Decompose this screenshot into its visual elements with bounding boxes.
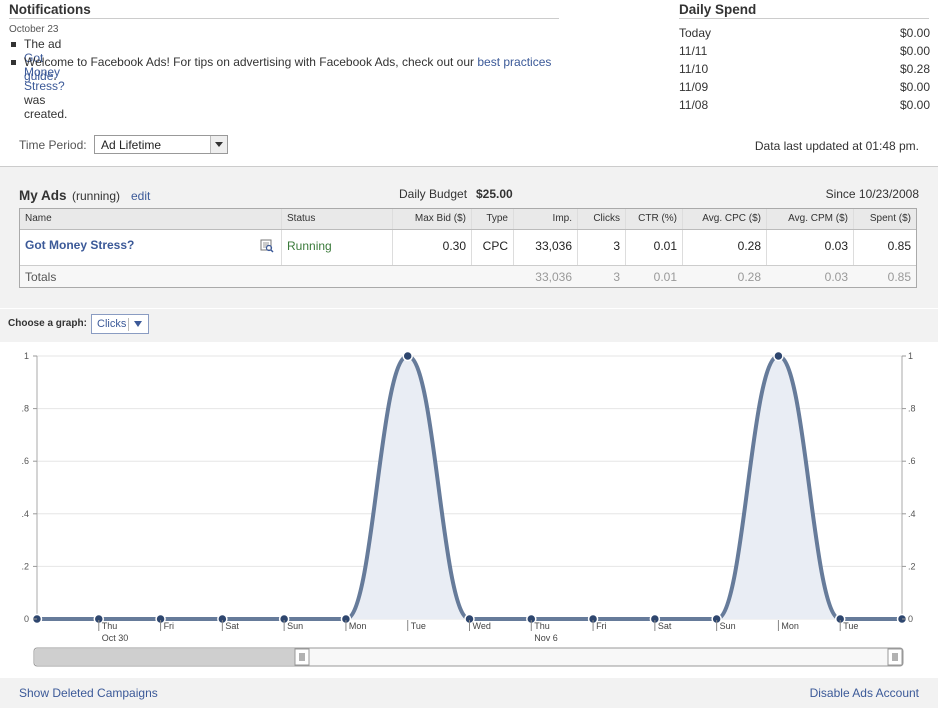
x-tick-label: Fri bbox=[596, 621, 607, 631]
daily-spend-row: 11/11 $0.00 bbox=[679, 44, 930, 58]
clicks-chart: 0 0 .2 .2 .4 .4 .6 .6 .8 .8 1 1 Thu Oct 30 Fri Sat Sun Mo… bbox=[21, 350, 916, 667]
totals-avg-cpc: 0.28 bbox=[737, 270, 761, 284]
x-tick-date-label: Nov 6 bbox=[534, 633, 558, 643]
y-tick-label-right: .8 bbox=[908, 404, 916, 414]
time-period-select[interactable]: Ad Lifetime bbox=[94, 135, 228, 154]
bullet-icon bbox=[11, 60, 16, 65]
since-date: Since 10/23/2008 bbox=[825, 187, 919, 201]
daily-spend-row: 11/10 $0.28 bbox=[679, 62, 930, 76]
totals-row: Totals 33,036 3 0.01 0.28 0.03 0.85 bbox=[20, 266, 916, 287]
x-tick-label: Tue bbox=[843, 621, 858, 631]
daily-spend-row: 11/08 $0.00 bbox=[679, 98, 930, 112]
totals-spent: 0.85 bbox=[887, 270, 911, 284]
time-period-label: Time Period: bbox=[19, 138, 87, 152]
best-practices-link[interactable]: best practices bbox=[477, 55, 551, 69]
column-header-clicks[interactable]: Clicks bbox=[577, 209, 625, 229]
x-tick-label: Fri bbox=[164, 621, 175, 631]
ad-name-cell: Got Money Stress? bbox=[20, 230, 281, 265]
avg-cpc-cell: 0.28 bbox=[682, 230, 766, 265]
column-header-name[interactable]: Name bbox=[20, 209, 281, 229]
last-updated-text: Data last updated at 01:48 pm. bbox=[754, 139, 919, 153]
totals-clicks: 3 bbox=[613, 270, 620, 284]
y-tick-label-left: .8 bbox=[21, 404, 29, 414]
time-period-value: Ad Lifetime bbox=[101, 138, 162, 152]
daily-budget-label: Daily Budget bbox=[399, 187, 468, 201]
x-tick-label: Mon bbox=[781, 621, 799, 631]
guide-link[interactable]: guide bbox=[24, 69, 53, 83]
x-tick-label: Sun bbox=[720, 621, 736, 631]
y-tick-label-left: 0 bbox=[24, 614, 29, 624]
totals-label-cell: Totals bbox=[25, 270, 57, 284]
daily-spend-divider bbox=[679, 18, 929, 19]
daily-spend-row: 11/09 $0.00 bbox=[679, 80, 930, 94]
chevron-down-icon[interactable] bbox=[210, 136, 227, 153]
column-header-impressions[interactable]: Imp. bbox=[513, 209, 577, 229]
column-header-type[interactable]: Type bbox=[471, 209, 513, 229]
y-tick-label-right: .4 bbox=[908, 509, 916, 519]
y-tick-label-left: 1 bbox=[24, 351, 29, 361]
status-running: Running bbox=[287, 239, 332, 253]
daily-spend-title: Daily Spend bbox=[679, 2, 757, 17]
my-ads-title: My Ads bbox=[19, 188, 67, 203]
graph-select-value: Clicks bbox=[97, 318, 127, 330]
chevron-down-icon[interactable] bbox=[128, 318, 148, 331]
totals-avg-cpm: 0.03 bbox=[824, 270, 848, 284]
y-tick-label-right: 0 bbox=[908, 614, 913, 624]
ad-name-link[interactable]: Got Money Stress? bbox=[25, 238, 134, 252]
notifications-divider bbox=[9, 18, 559, 19]
totals-impressions: 33,036 bbox=[535, 270, 572, 284]
x-tick-label: Sun bbox=[287, 621, 303, 631]
column-header-status[interactable]: Status bbox=[281, 209, 392, 229]
preview-icon[interactable] bbox=[260, 239, 274, 253]
column-header-avg-cpc[interactable]: Avg. CPC ($) bbox=[682, 209, 766, 229]
x-tick-label: Tue bbox=[411, 621, 426, 631]
y-tick-label-right: 1 bbox=[908, 351, 913, 361]
edit-link[interactable]: edit bbox=[131, 189, 150, 203]
x-tick-label: Thu bbox=[534, 621, 550, 631]
type-cell: CPC bbox=[471, 230, 513, 265]
status-cell: Running bbox=[281, 230, 392, 265]
daily-spend-row: Today $0.00 bbox=[679, 26, 930, 40]
notification-date: October 23 bbox=[9, 24, 59, 35]
x-tick-label: Thu bbox=[102, 621, 118, 631]
y-tick-label-right: .2 bbox=[908, 561, 916, 571]
graph-select[interactable]: Clicks bbox=[91, 314, 149, 334]
chart-scrollbar[interactable] bbox=[33, 647, 904, 667]
y-tick-label-right: .6 bbox=[908, 456, 916, 466]
x-tick-label: Wed bbox=[473, 621, 491, 631]
x-tick-date-label: Oct 30 bbox=[102, 633, 129, 643]
max-bid-cell: 0.30 bbox=[392, 230, 471, 265]
x-tick-label: Mon bbox=[349, 621, 367, 631]
scrollbar-range-shade bbox=[35, 649, 297, 665]
totals-ctr: 0.01 bbox=[653, 270, 677, 284]
avg-cpm-cell: 0.03 bbox=[766, 230, 853, 265]
y-tick-label-left: .4 bbox=[21, 509, 29, 519]
y-tick-label-left: .2 bbox=[21, 561, 29, 571]
x-tick-label: Sat bbox=[225, 621, 239, 631]
notification-text: Welcome to Facebook Ads! For tips on adv… bbox=[24, 55, 552, 83]
column-header-avg-cpm[interactable]: Avg. CPM ($) bbox=[766, 209, 853, 229]
table-header: Name Status Max Bid ($) Type Imp. Clicks… bbox=[20, 209, 916, 230]
disable-ads-account-link[interactable]: Disable Ads Account bbox=[810, 686, 919, 700]
daily-budget-value: $25.00 bbox=[476, 187, 513, 201]
column-header-max-bid[interactable]: Max Bid ($) bbox=[392, 209, 471, 229]
spent-cell: 0.85 bbox=[853, 230, 916, 265]
my-ads-status-note: (running) bbox=[72, 189, 121, 203]
data-point[interactable] bbox=[773, 350, 784, 362]
ads-table: Name Status Max Bid ($) Type Imp. Clicks… bbox=[19, 208, 917, 288]
y-tick-label-left: .6 bbox=[21, 456, 29, 466]
clicks-cell: 3 bbox=[577, 230, 625, 265]
table-row: Got Money Stress? Running 0.30 CPC 33,03… bbox=[20, 230, 916, 266]
ctr-cell: 0.01 bbox=[625, 230, 682, 265]
show-deleted-campaigns-link[interactable]: Show Deleted Campaigns bbox=[19, 686, 158, 700]
column-header-ctr[interactable]: CTR (%) bbox=[625, 209, 682, 229]
bullet-icon bbox=[11, 42, 16, 47]
column-header-spent[interactable]: Spent ($) bbox=[853, 209, 916, 229]
data-point[interactable] bbox=[402, 350, 413, 362]
impressions-cell: 33,036 bbox=[513, 230, 577, 265]
x-tick-label: Sat bbox=[658, 621, 672, 631]
choose-graph-label: Choose a graph: bbox=[8, 318, 87, 329]
notifications-title: Notifications bbox=[9, 2, 91, 17]
